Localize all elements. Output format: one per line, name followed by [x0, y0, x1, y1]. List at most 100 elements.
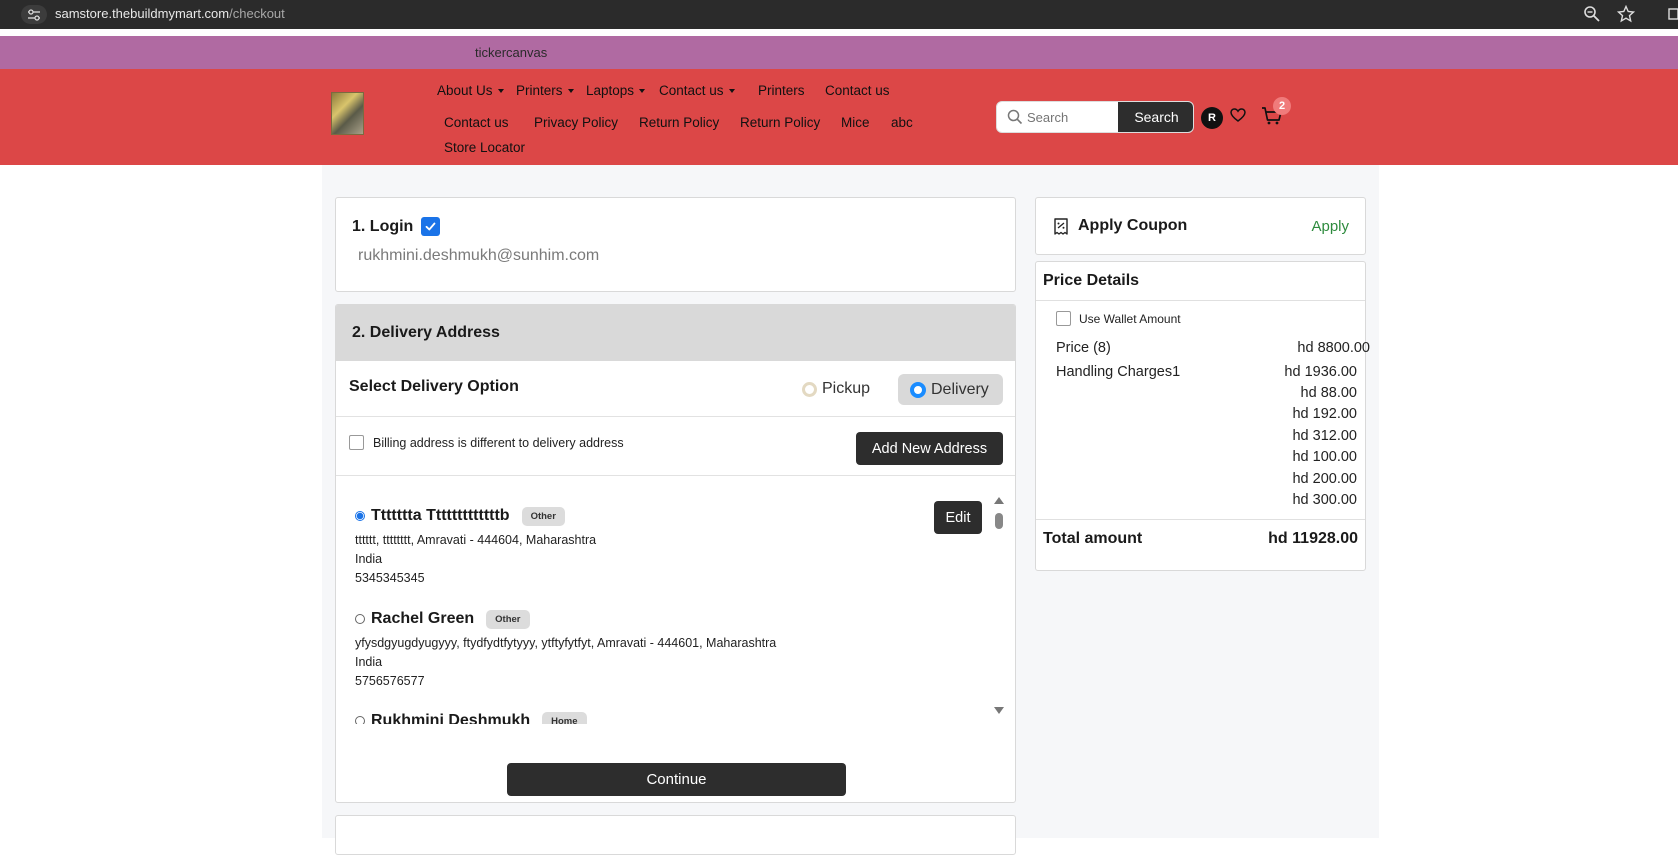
delivery-option-row: Select Delivery Option Pickup Delivery: [336, 361, 1015, 417]
apply-coupon-link[interactable]: Apply: [1311, 218, 1349, 235]
chevron-down-icon: [497, 88, 504, 93]
address-radio[interactable]: [355, 716, 365, 724]
address-line: yfysdgyugdyugyyy, ftydfydtfytyyy, ytftyf…: [355, 636, 777, 650]
delivery-option-title: Select Delivery Option: [349, 378, 519, 395]
search-input[interactable]: [1027, 102, 1113, 132]
wishlist-heart-icon[interactable]: [1230, 107, 1246, 128]
delivery-radio[interactable]: [910, 381, 926, 398]
coupon-title: Apply Coupon: [1078, 217, 1188, 234]
nav-return-policy[interactable]: Return Policy: [639, 115, 719, 130]
apply-coupon-section: Apply Coupon Apply: [1035, 197, 1366, 255]
search-button[interactable]: Search: [1118, 102, 1193, 132]
url-path: /checkout: [229, 6, 285, 21]
edit-address-button[interactable]: Edit: [934, 501, 982, 534]
delivery-option[interactable]: Delivery: [898, 374, 1003, 405]
address-item[interactable]: Ttttttta Tttttttttttttb Other tttttt, tt…: [355, 505, 955, 588]
price-label: Price (8): [1056, 340, 1111, 356]
nav-label: Printers: [516, 83, 563, 98]
delivery-title: 2. Delivery Address: [352, 324, 500, 341]
use-wallet-label: Use Wallet Amount: [1079, 312, 1181, 326]
nav-mice[interactable]: Mice: [841, 115, 870, 130]
chevron-down-icon: [639, 88, 646, 93]
extensions-icon[interactable]: [1668, 5, 1678, 28]
total-amount-value: hd 11928.00: [1268, 530, 1358, 547]
charge-value: hd 192.00: [1292, 406, 1357, 422]
nav-printers-dropdown[interactable]: Printers: [516, 83, 574, 98]
pickup-radio[interactable]: [802, 381, 817, 397]
nav-about-us[interactable]: About Us: [437, 83, 504, 98]
nav-label: About Us: [437, 83, 493, 98]
nav-label: Store Locator: [444, 140, 526, 155]
scroll-up-arrow-icon[interactable]: [994, 497, 1004, 504]
nav-label: Printers: [758, 83, 805, 98]
nav-label: Contact us: [659, 83, 724, 98]
coupon-icon: [1053, 218, 1069, 240]
address-tag: Other: [521, 506, 565, 526]
charge-value: hd 312.00: [1292, 428, 1357, 444]
divider: [1036, 300, 1365, 301]
delivery-header: 2. Delivery Address: [336, 305, 1015, 361]
address-name: Ttttttta Tttttttttttttb: [371, 507, 510, 524]
url-host: samstore.thebuildmymart.com: [55, 6, 230, 21]
continue-button[interactable]: Continue: [507, 763, 846, 796]
login-title-text: 1. Login: [352, 217, 414, 235]
store-logo[interactable]: [331, 92, 364, 135]
charge-value: hd 300.00: [1292, 492, 1357, 508]
nav-printers[interactable]: Printers: [758, 83, 805, 98]
address-radio[interactable]: [355, 614, 365, 624]
address-name: Rachel Green: [371, 610, 475, 627]
chevron-down-icon: [567, 88, 574, 93]
nav-privacy-policy[interactable]: Privacy Policy: [534, 115, 618, 130]
address-item[interactable]: Rukhmini Deshmukh Home: [355, 710, 955, 724]
address-phone: 5756576577: [355, 674, 425, 688]
charge-value: hd 88.00: [1300, 385, 1357, 401]
nav-return-policy-2[interactable]: Return Policy: [740, 115, 820, 130]
address-country: India: [355, 552, 383, 566]
nav-contact-dropdown[interactable]: Contact us: [659, 83, 735, 98]
nav-contact-us-2[interactable]: Contact us: [444, 115, 509, 130]
checkmark-icon: [421, 217, 441, 236]
price-details-title: Price Details: [1043, 272, 1140, 289]
add-new-address-button[interactable]: Add New Address: [856, 432, 1003, 465]
nav-label: Return Policy: [639, 115, 720, 130]
address-country: India: [355, 655, 383, 669]
ticker-text: tickercanvas: [475, 45, 548, 60]
scrollbar-thumb[interactable]: [995, 513, 1003, 529]
nav-contact-us[interactable]: Contact us: [825, 83, 890, 98]
scroll-down-arrow-icon[interactable]: [994, 707, 1004, 714]
address-radio[interactable]: [355, 511, 365, 521]
address-tag: Other: [486, 609, 530, 629]
charge-value: hd 1936.00: [1284, 364, 1357, 380]
nav-label: Contact us: [825, 83, 890, 98]
pickup-label: Pickup: [822, 380, 871, 397]
nav-laptops-dropdown[interactable]: Laptops: [586, 83, 646, 98]
total-amount-label: Total amount: [1043, 530, 1143, 547]
zoom-icon[interactable]: [1583, 5, 1601, 28]
search-icon: [1007, 109, 1023, 130]
cart-count-badge: 2: [1273, 97, 1291, 115]
site-settings-icon[interactable]: [21, 5, 47, 24]
use-wallet-checkbox[interactable]: [1056, 311, 1071, 326]
site-header: About Us Printers Laptops Contact us Pri…: [0, 69, 1678, 165]
nav-abc[interactable]: abc: [891, 115, 913, 130]
price-details-section: Price Details Use Wallet Amount Price (8…: [1035, 261, 1370, 571]
pickup-option[interactable]: Pickup: [802, 374, 870, 404]
address-list[interactable]: Ttttttta Tttttttttttttb Other tttttt, tt…: [336, 477, 1015, 724]
nav-store-locator[interactable]: Store Locator: [444, 140, 525, 155]
avatar[interactable]: R: [1201, 107, 1223, 129]
charge-value: hd 200.00: [1292, 471, 1357, 487]
bookmark-star-icon[interactable]: [1616, 4, 1636, 28]
address-bar[interactable]: samstore.thebuildmymart.com/checkout: [55, 6, 285, 21]
billing-different-label: Billing address is different to delivery…: [373, 436, 624, 450]
handling-label: Handling Charges1: [1056, 364, 1181, 380]
chevron-down-icon: [728, 88, 735, 93]
next-section: [335, 815, 1016, 855]
address-name: Rukhmini Deshmukh: [371, 712, 531, 724]
browser-toolbar: samstore.thebuildmymart.com/checkout: [0, 0, 1678, 29]
delivery-address-section: 2. Delivery Address Select Delivery Opti…: [335, 304, 1016, 803]
address-line: tttttt, tttttttt, Amravati - 444604, Mah…: [355, 533, 597, 547]
address-item[interactable]: Rachel Green Other yfysdgyugdyugyyy, fty…: [355, 608, 955, 691]
billing-different-checkbox[interactable]: [349, 435, 364, 450]
search-box: Search: [996, 101, 1194, 133]
price-value: hd 8800.00: [1297, 340, 1370, 356]
